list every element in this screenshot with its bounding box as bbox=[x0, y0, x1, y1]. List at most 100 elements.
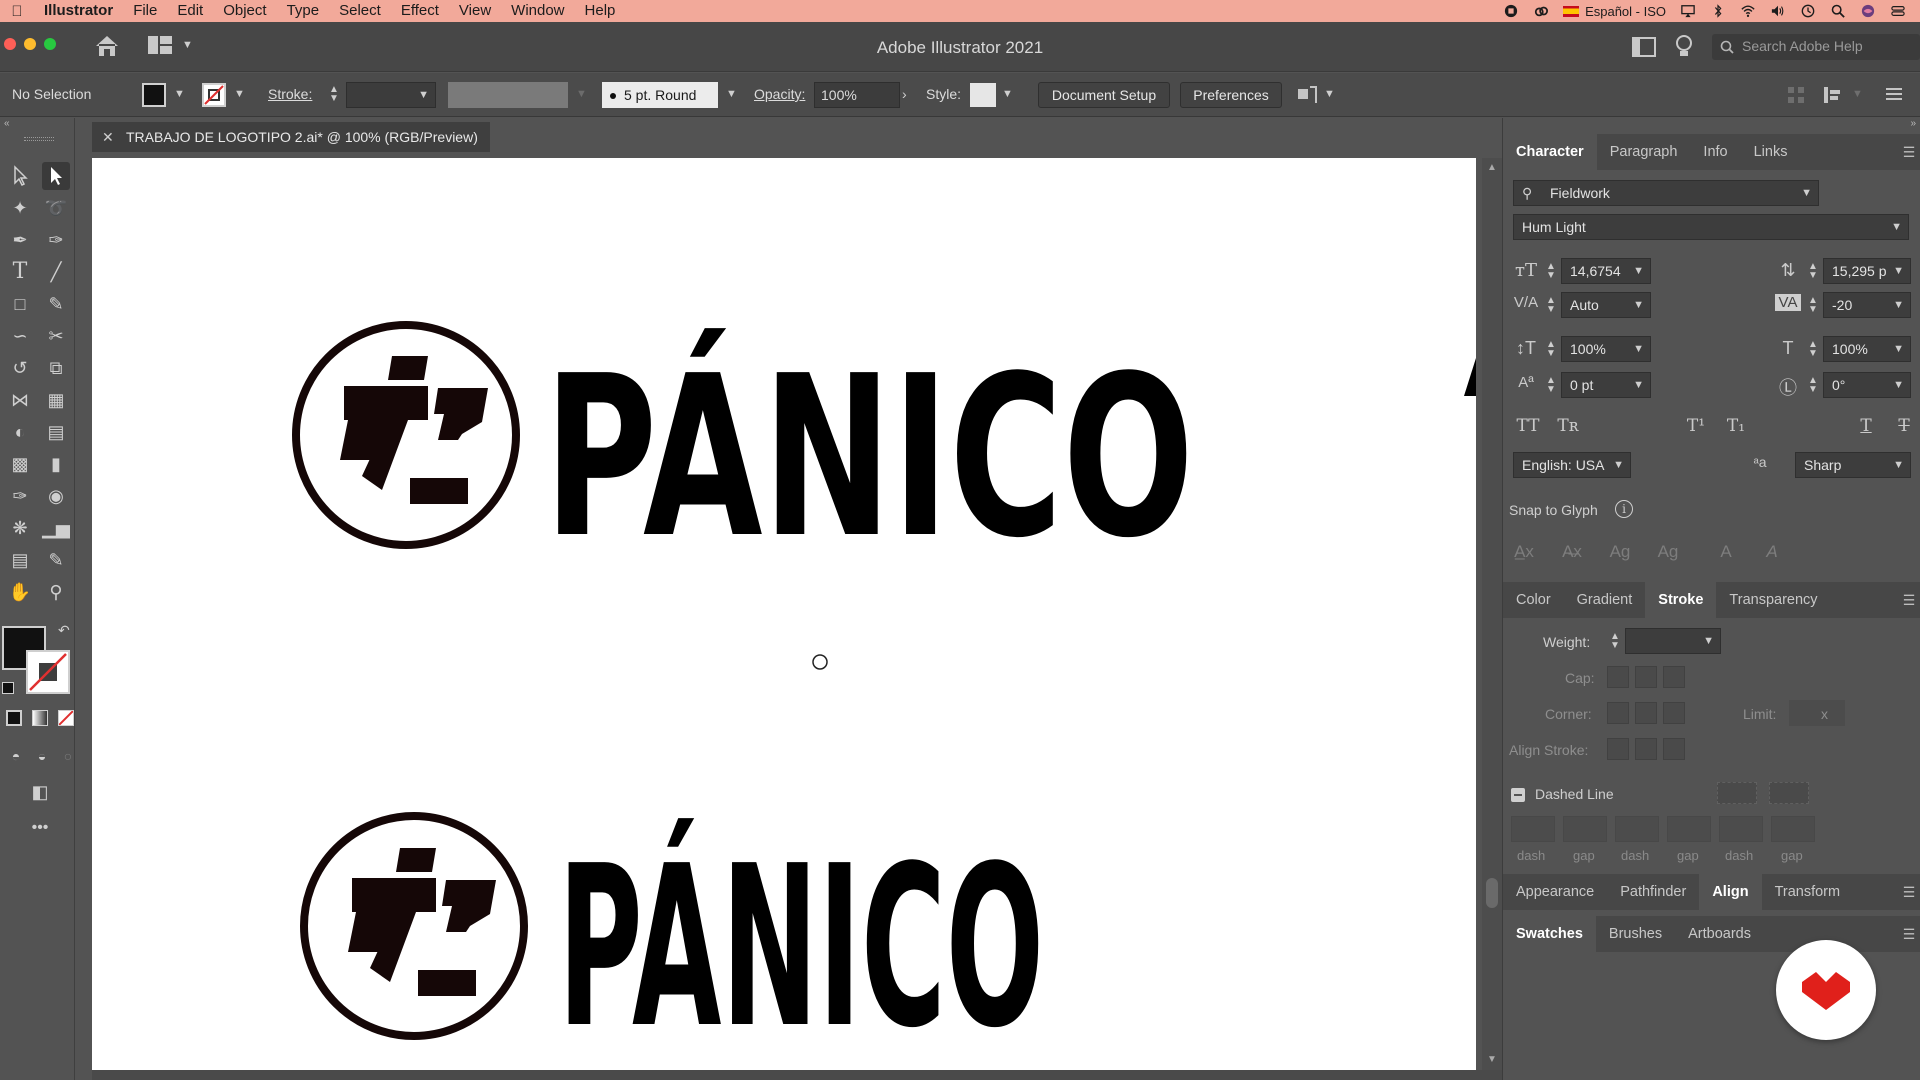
baseline-shift-field[interactable]: 0 pt ▼ bbox=[1561, 372, 1651, 398]
menu-select[interactable]: Select bbox=[329, 0, 391, 22]
draw-behind-icon[interactable]: ◒ bbox=[28, 742, 56, 770]
rotate-tool-icon[interactable]: ↺ bbox=[6, 354, 34, 382]
snap-baseline-icon[interactable]: A̲x bbox=[1511, 542, 1537, 562]
artboard-tool-icon[interactable]: ▤ bbox=[6, 546, 34, 574]
menu-window[interactable]: Window bbox=[501, 0, 574, 22]
direct-selection-tool-icon[interactable] bbox=[42, 162, 70, 190]
tab-color[interactable]: Color bbox=[1503, 582, 1564, 618]
snap-proximity-icon[interactable]: Ag bbox=[1655, 542, 1681, 562]
magic-wand-tool-icon[interactable]: ✦ bbox=[6, 194, 34, 222]
record-icon[interactable] bbox=[1503, 4, 1519, 18]
preserve-dash-button[interactable] bbox=[1717, 782, 1757, 804]
gap-3-field[interactable] bbox=[1771, 816, 1815, 842]
zoom-tool-icon[interactable]: ⚲ bbox=[42, 578, 70, 606]
discover-lightbulb-icon[interactable] bbox=[1674, 34, 1694, 60]
style-dropdown-icon[interactable]: ▼ bbox=[1002, 88, 1013, 100]
dashed-line-label[interactable]: Dashed Line bbox=[1535, 786, 1614, 802]
chevron-down-icon[interactable]: ▼ bbox=[1613, 453, 1624, 477]
menu-edit[interactable]: Edit bbox=[167, 0, 213, 22]
chevron-down-icon[interactable]: ▼ bbox=[1633, 337, 1644, 361]
arrange-documents-icon[interactable] bbox=[1632, 37, 1656, 57]
rectangle-tool-icon[interactable]: □ bbox=[6, 290, 34, 318]
brush-dropdown-icon[interactable]: ▼ bbox=[726, 88, 737, 100]
chevron-down-icon[interactable]: ▼ bbox=[1633, 293, 1644, 317]
tab-character[interactable]: Character bbox=[1503, 134, 1597, 170]
logo-wordmark-top[interactable]: PÁNICO bbox=[544, 329, 1194, 587]
expand-dock-icon[interactable]: » bbox=[1910, 118, 1916, 129]
chevron-down-icon[interactable]: ▼ bbox=[1893, 453, 1904, 477]
baseline-shift-stepper[interactable]: ▲ ▼ bbox=[1545, 376, 1557, 395]
curvature-tool-icon[interactable]: ✑ bbox=[42, 226, 70, 254]
vertical-scrollbar[interactable]: ▲ ▼ bbox=[1482, 158, 1502, 1070]
draw-normal-icon[interactable]: ◓ bbox=[2, 742, 30, 770]
scroll-up-icon[interactable]: ▲ bbox=[1487, 162, 1497, 173]
snap-angular-icon[interactable]: A bbox=[1713, 542, 1739, 562]
variable-width-profile[interactable] bbox=[448, 82, 568, 108]
fill-swatch[interactable] bbox=[142, 83, 166, 107]
weight-stepper[interactable]: ▲ ▼ bbox=[1609, 632, 1621, 651]
color-mode-button[interactable] bbox=[6, 710, 22, 726]
all-caps-icon[interactable]: TT bbox=[1511, 416, 1545, 436]
paintbrush-tool-icon[interactable]: ✎ bbox=[42, 290, 70, 318]
snap-anchor-icon[interactable]: A bbox=[1759, 542, 1785, 562]
chevron-down-icon[interactable]: ▼ bbox=[1893, 259, 1904, 283]
panel-menu-icon[interactable]: ☰ bbox=[1897, 144, 1920, 161]
snap-x-height-icon[interactable]: A̶x bbox=[1559, 542, 1585, 562]
chevron-down-icon[interactable]: ▼ bbox=[1801, 181, 1812, 205]
gradient-mode-button[interactable] bbox=[32, 710, 48, 726]
gradient-tool-icon[interactable]: ▮ bbox=[42, 450, 70, 478]
tab-appearance[interactable]: Appearance bbox=[1503, 874, 1607, 910]
menu-help[interactable]: Help bbox=[575, 0, 626, 22]
menu-effect[interactable]: Effect bbox=[391, 0, 449, 22]
horizontal-scale-field[interactable]: 100% ▼ bbox=[1823, 336, 1911, 362]
dash-1-field[interactable] bbox=[1511, 816, 1555, 842]
panel-menu-icon[interactable]: ☰ bbox=[1897, 926, 1920, 943]
transform-icon[interactable] bbox=[1822, 85, 1844, 105]
chevron-down-icon[interactable]: ▼ bbox=[1893, 293, 1904, 317]
perspective-grid-tool-icon[interactable]: ▤ bbox=[42, 418, 70, 446]
control-center-icon[interactable] bbox=[1890, 4, 1906, 18]
small-caps-icon[interactable]: Tʀ bbox=[1551, 416, 1585, 436]
arrange-icon[interactable] bbox=[1296, 85, 1318, 105]
fill-dropdown-icon[interactable]: ▼ bbox=[174, 88, 185, 100]
control-bar-menu-icon[interactable] bbox=[1886, 87, 1902, 101]
swap-fill-stroke-icon[interactable]: ↶ bbox=[58, 622, 70, 639]
default-fill-stroke-icon[interactable] bbox=[2, 682, 14, 694]
dashed-line-checkbox[interactable] bbox=[1511, 788, 1525, 802]
chevron-down-icon[interactable]: ▼ bbox=[1893, 373, 1904, 397]
wifi-icon[interactable] bbox=[1740, 4, 1756, 18]
leading-stepper[interactable]: ▲ ▼ bbox=[1807, 262, 1819, 281]
width-tool-icon[interactable]: ⋈ bbox=[6, 386, 34, 414]
font-style-field[interactable]: Hum Light ▼ bbox=[1513, 214, 1909, 240]
screen-mode-icon[interactable]: ◧ bbox=[26, 778, 54, 806]
preferences-button[interactable]: Preferences bbox=[1180, 82, 1282, 108]
leading-field[interactable]: 15,295 p ▼ bbox=[1823, 258, 1911, 284]
tab-brushes[interactable]: Brushes bbox=[1596, 916, 1675, 952]
document-tab[interactable]: ✕ TRABAJO DE LOGOTIPO 2.ai* @ 100% (RGB/P… bbox=[92, 122, 490, 152]
menu-app-name[interactable]: Illustrator bbox=[34, 0, 123, 22]
logo-glyph-bottom[interactable] bbox=[348, 848, 496, 996]
weight-field[interactable]: ▼ bbox=[1625, 628, 1721, 654]
collapse-panel-icon[interactable]: « bbox=[4, 118, 10, 129]
align-to-selection-icon[interactable] bbox=[1786, 85, 1806, 105]
opacity-arrow-icon[interactable]: › bbox=[902, 86, 907, 102]
siri-icon[interactable] bbox=[1860, 4, 1876, 18]
document-setup-button[interactable]: Document Setup bbox=[1038, 82, 1170, 108]
align-outside-button[interactable] bbox=[1663, 738, 1685, 760]
tab-artboards[interactable]: Artboards bbox=[1675, 916, 1764, 952]
scroll-thumb[interactable] bbox=[1486, 878, 1498, 908]
character-rotation-stepper[interactable]: ▲ ▼ bbox=[1807, 376, 1819, 395]
tab-gradient[interactable]: Gradient bbox=[1564, 582, 1646, 618]
projecting-cap-button[interactable] bbox=[1663, 666, 1685, 688]
input-source[interactable]: Español - ISO bbox=[1585, 4, 1666, 19]
snap-glyph-bounds-icon[interactable]: Ag bbox=[1607, 542, 1633, 562]
strikethrough-icon[interactable]: T bbox=[1891, 416, 1917, 436]
tab-align[interactable]: Align bbox=[1699, 874, 1762, 910]
align-inside-button[interactable] bbox=[1635, 738, 1657, 760]
tab-stroke[interactable]: Stroke bbox=[1645, 582, 1717, 618]
menu-view[interactable]: View bbox=[449, 0, 501, 22]
bevel-join-button[interactable] bbox=[1663, 702, 1685, 724]
panel-menu-icon[interactable]: ☰ bbox=[1897, 884, 1920, 901]
language-field[interactable]: English: USA ▼ bbox=[1513, 452, 1631, 478]
line-segment-tool-icon[interactable]: ╱ bbox=[42, 258, 70, 286]
